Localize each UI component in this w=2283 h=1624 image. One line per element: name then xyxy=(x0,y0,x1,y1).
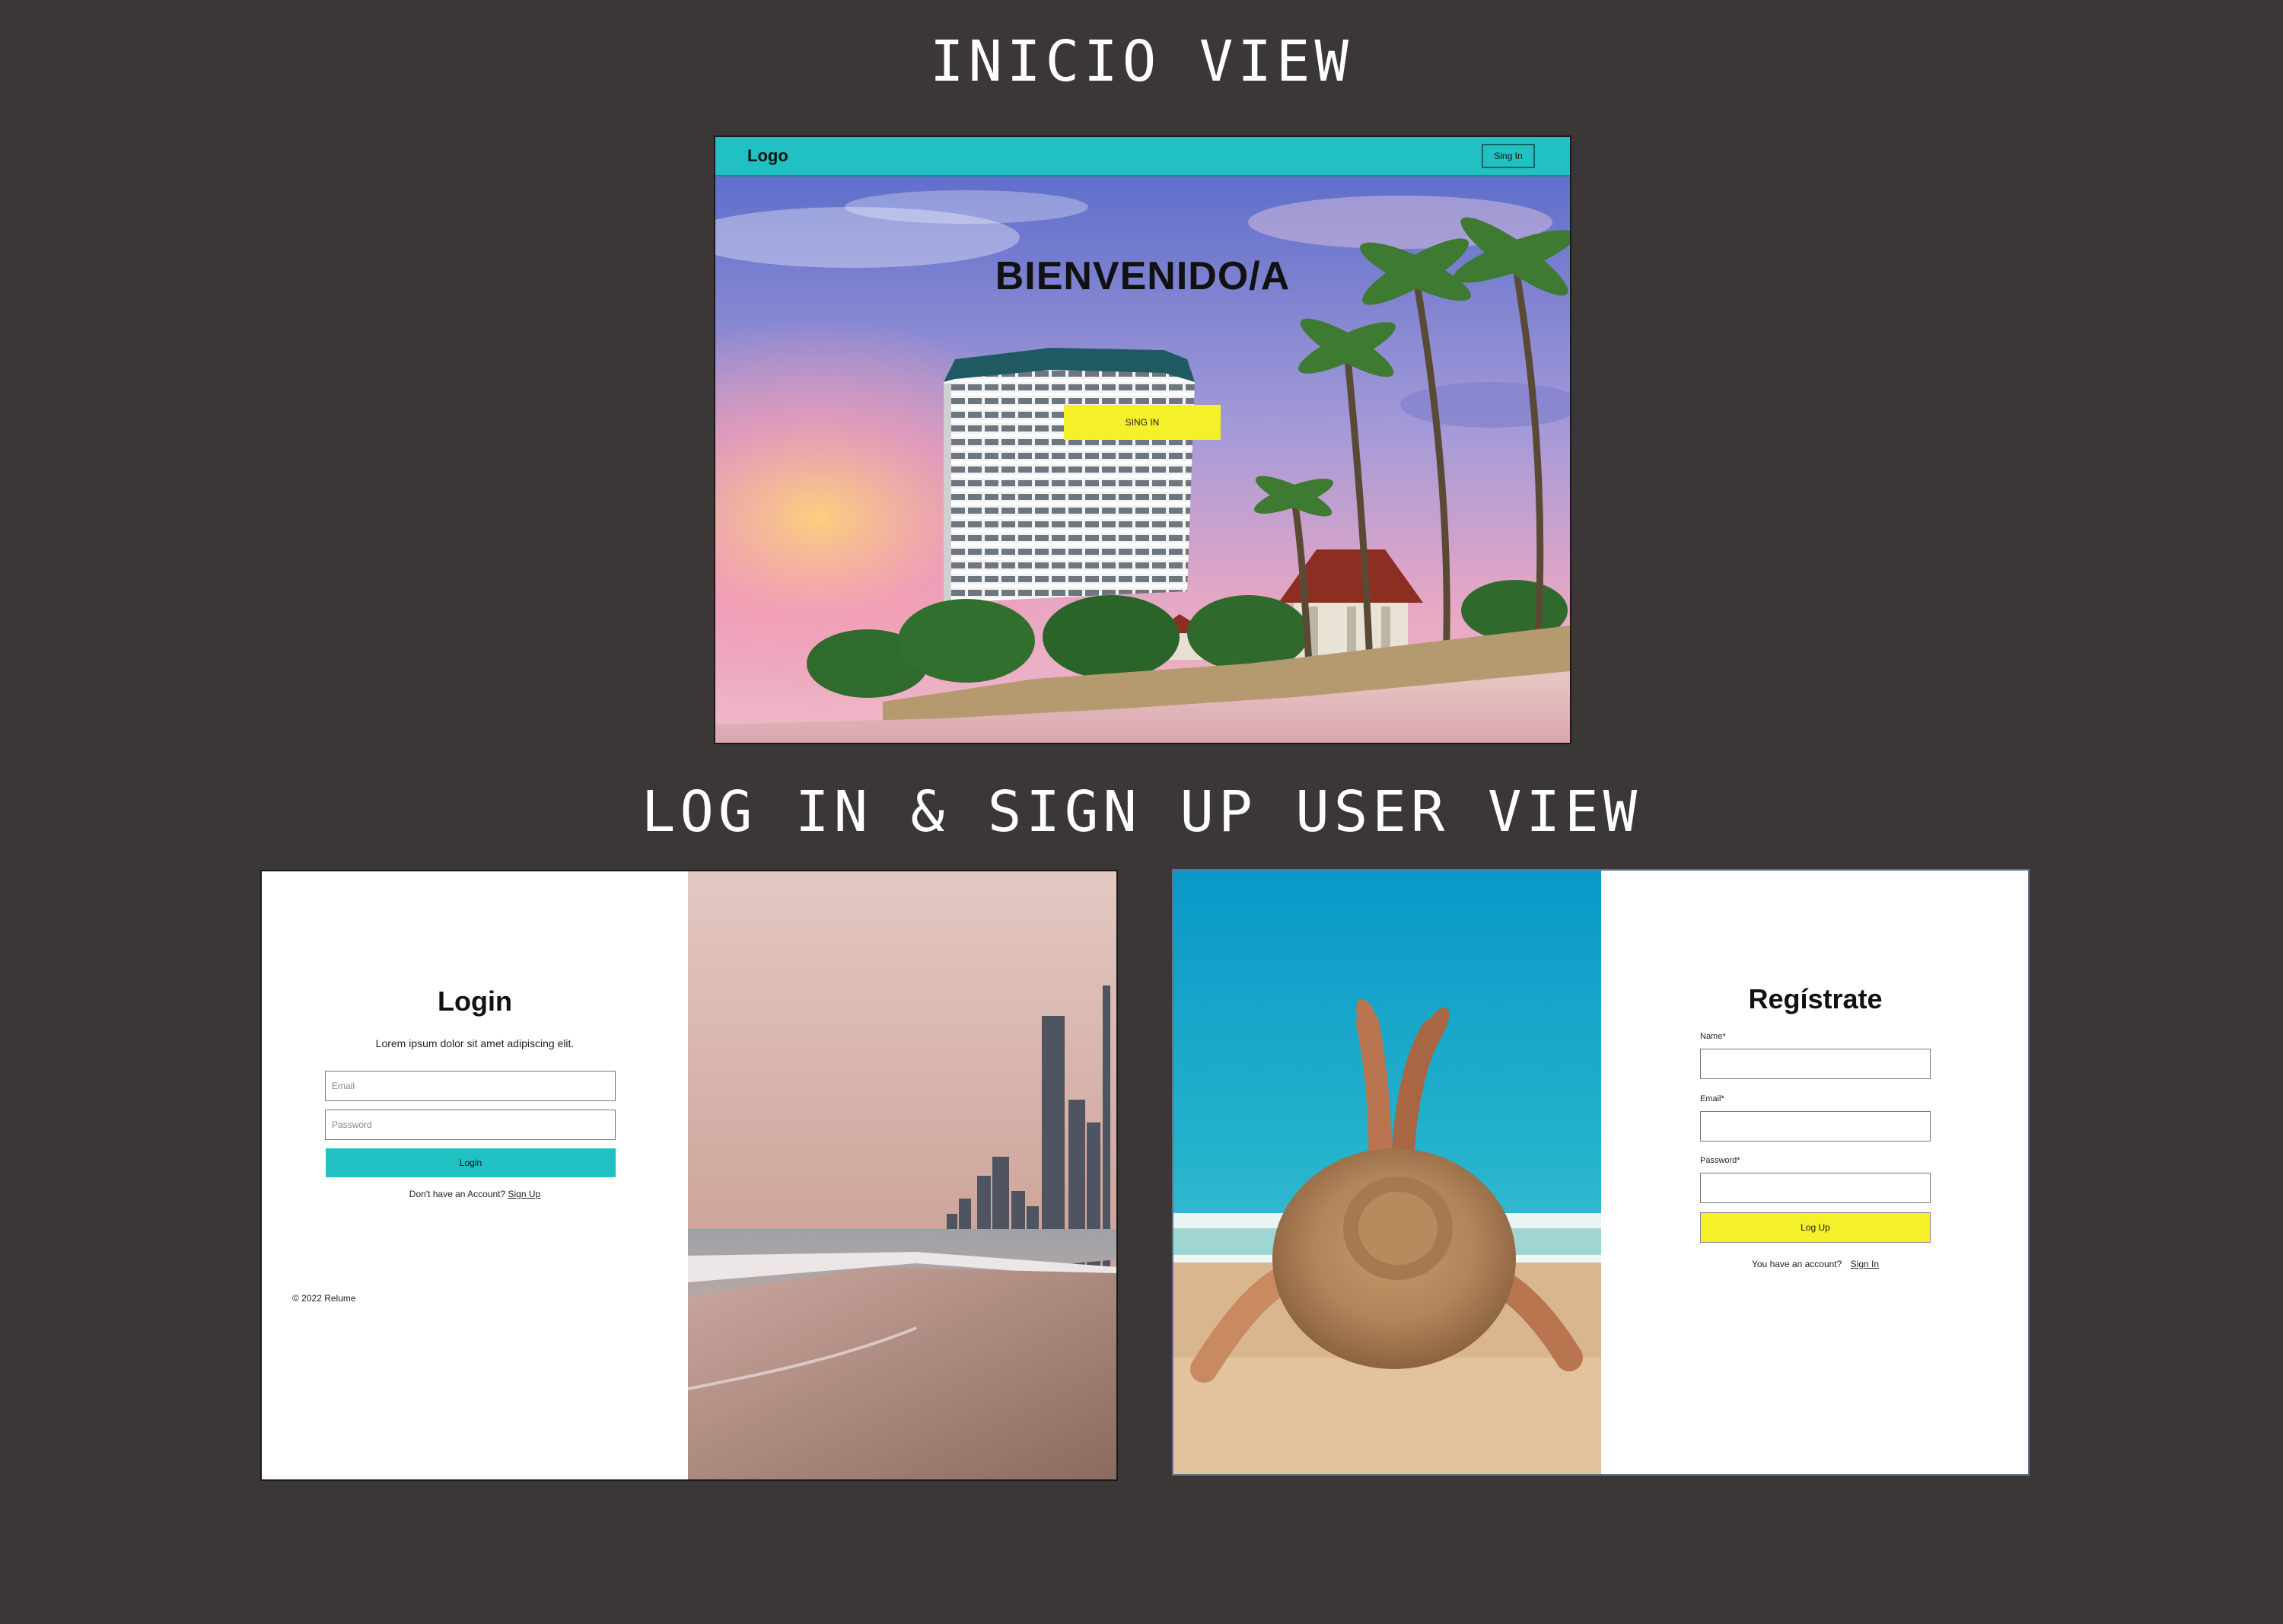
register-page-mockup: Regístrate Name* Email* Password* Log Up… xyxy=(1172,869,2030,1476)
register-title: Regístrate xyxy=(1748,983,1883,1014)
nav-signin-button[interactable]: Sing In xyxy=(1482,144,1535,168)
password-input[interactable] xyxy=(325,1110,616,1140)
name-label: Name* xyxy=(1700,1032,1726,1041)
email-input[interactable] xyxy=(1700,1111,1931,1142)
password-label: Password* xyxy=(1700,1156,1740,1165)
inicio-view-heading: INICIO VIEW xyxy=(929,29,1354,94)
email-input[interactable] xyxy=(325,1071,616,1101)
password-input[interactable] xyxy=(1700,1173,1931,1203)
auth-view-heading: LOG IN & SIGN UP USER VIEW xyxy=(641,779,1642,845)
inicio-page-mockup: Logo Sing In BIENVENIDO/A SING IN xyxy=(714,135,1571,744)
login-subtitle: Lorem ipsum dolor sit amet adipiscing el… xyxy=(375,1037,575,1049)
no-account-text: Don't have an Account? xyxy=(409,1189,506,1199)
register-button[interactable]: Log Up xyxy=(1700,1212,1931,1243)
login-page-mockup: Login Lorem ipsum dolor sit amet adipisc… xyxy=(260,870,1118,1481)
hero-signin-button[interactable]: SING IN xyxy=(1064,405,1221,440)
signin-link[interactable]: Sign In xyxy=(1851,1259,1879,1269)
email-label: Email* xyxy=(1700,1094,1724,1103)
footer-copyright: © 2022 Relume xyxy=(292,1293,356,1304)
signin-prompt: You have an account? Sign In xyxy=(1601,1259,2028,1269)
logo[interactable]: Logo xyxy=(747,146,788,166)
beach-hat-image xyxy=(1173,871,1601,1474)
login-button[interactable]: Login xyxy=(326,1148,616,1177)
signup-link[interactable]: Sign Up xyxy=(508,1189,541,1199)
signup-prompt: Don't have an Account? Sign Up xyxy=(262,1189,688,1199)
have-account-text: You have an account? xyxy=(1751,1259,1842,1269)
beach-city-image xyxy=(688,871,1116,1479)
login-title: Login xyxy=(438,986,512,1017)
name-input[interactable] xyxy=(1700,1049,1931,1079)
hero-title: BIENVENIDO/A xyxy=(995,254,1291,298)
top-navbar: Logo Sing In xyxy=(715,137,1570,177)
